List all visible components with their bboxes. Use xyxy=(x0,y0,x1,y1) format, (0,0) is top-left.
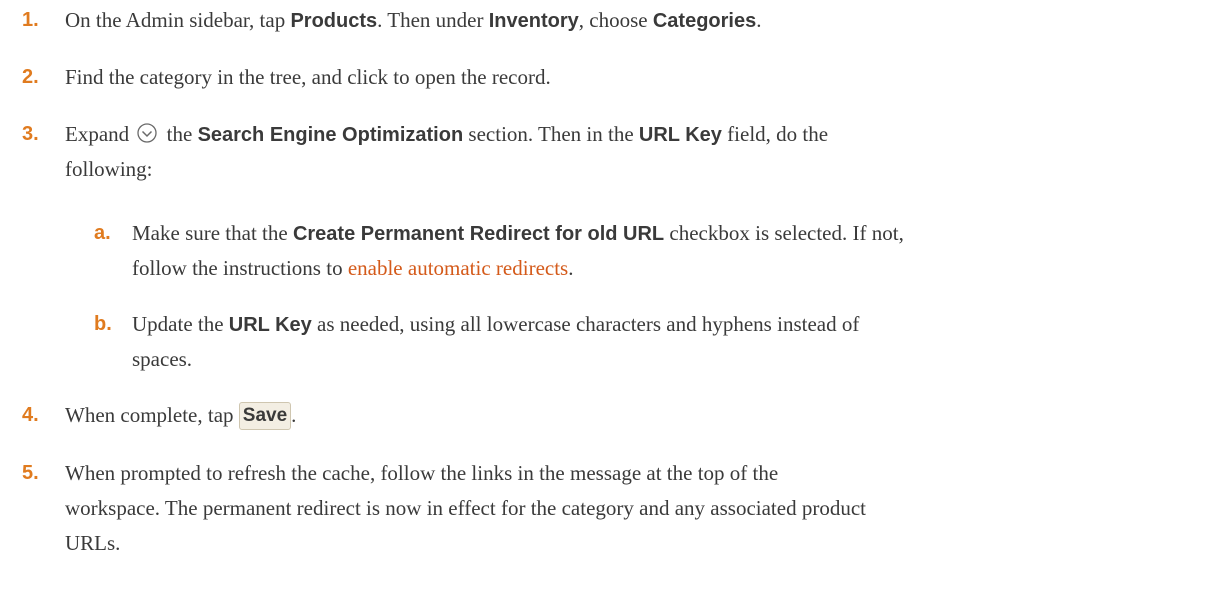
text-run: . xyxy=(291,403,297,427)
text-run: . Then under xyxy=(377,8,489,32)
instructions-document: 1. On the Admin sidebar, tap Products. T… xyxy=(0,0,1219,600)
step-number: 2. xyxy=(22,66,39,88)
enable-redirects-link[interactable]: enable automatic redirects xyxy=(348,256,568,280)
substep-letter: b. xyxy=(94,313,112,335)
text-run: . xyxy=(568,256,574,280)
bold-term-categories: Categories xyxy=(652,10,757,32)
bold-term-redirect-checkbox: Create Permanent Redirect for old URL xyxy=(292,223,665,245)
step-text-continued: following: xyxy=(65,157,153,181)
substep-text: Make sure that the Create Permanent Redi… xyxy=(132,216,904,252)
step-text: Find the category in the tree, and click… xyxy=(65,65,551,89)
substep-text-continued: follow the instructions to enable automa… xyxy=(132,251,573,286)
text-run: , choose xyxy=(578,8,653,32)
substep-text-continued: spaces. xyxy=(132,347,193,371)
step-number: 3. xyxy=(22,123,39,145)
step-text-continued: URLs. xyxy=(65,531,121,555)
step-number: 5. xyxy=(22,462,39,484)
substep-letter: a. xyxy=(94,222,111,244)
step-text-continued: workspace. The permanent redirect is now… xyxy=(65,496,866,520)
bold-term-url-key: URL Key xyxy=(638,124,722,146)
chevron-circle-down-icon xyxy=(136,120,158,143)
text-run: follow the instructions to xyxy=(132,256,348,280)
step-number: 4. xyxy=(22,404,39,426)
text-run: Update the xyxy=(132,312,229,336)
bold-term-inventory: Inventory xyxy=(488,10,579,32)
bold-term-url-key: URL Key xyxy=(228,314,312,336)
substep-text: Update the URL Key as needed, using all … xyxy=(132,307,859,343)
step-text: On the Admin sidebar, tap Products. Then… xyxy=(65,3,761,39)
text-run: field, do the xyxy=(721,122,829,146)
save-button[interactable]: Save xyxy=(238,402,292,430)
text-run: On the Admin sidebar, tap xyxy=(65,8,291,32)
text-run: Make sure that the xyxy=(132,221,293,245)
step-text: When complete, tap Save. xyxy=(65,398,296,433)
text-run: checkbox is selected. If not, xyxy=(664,221,904,245)
text-run: When complete, tap xyxy=(65,403,239,427)
text-run: as needed, using all lowercase character… xyxy=(311,312,860,336)
text-run: section. Then in the xyxy=(463,122,639,146)
step-text: When prompted to refresh the cache, foll… xyxy=(65,461,779,485)
text-run: the xyxy=(161,122,198,146)
bold-term-seo: Search Engine Optimization xyxy=(197,124,464,146)
step-number: 1. xyxy=(22,9,39,31)
text-run: Expand xyxy=(65,122,135,146)
bold-term-products: Products xyxy=(290,10,378,32)
step-text: Expand the Search Engine Optimization se… xyxy=(65,117,828,153)
text-run: . xyxy=(756,8,762,32)
